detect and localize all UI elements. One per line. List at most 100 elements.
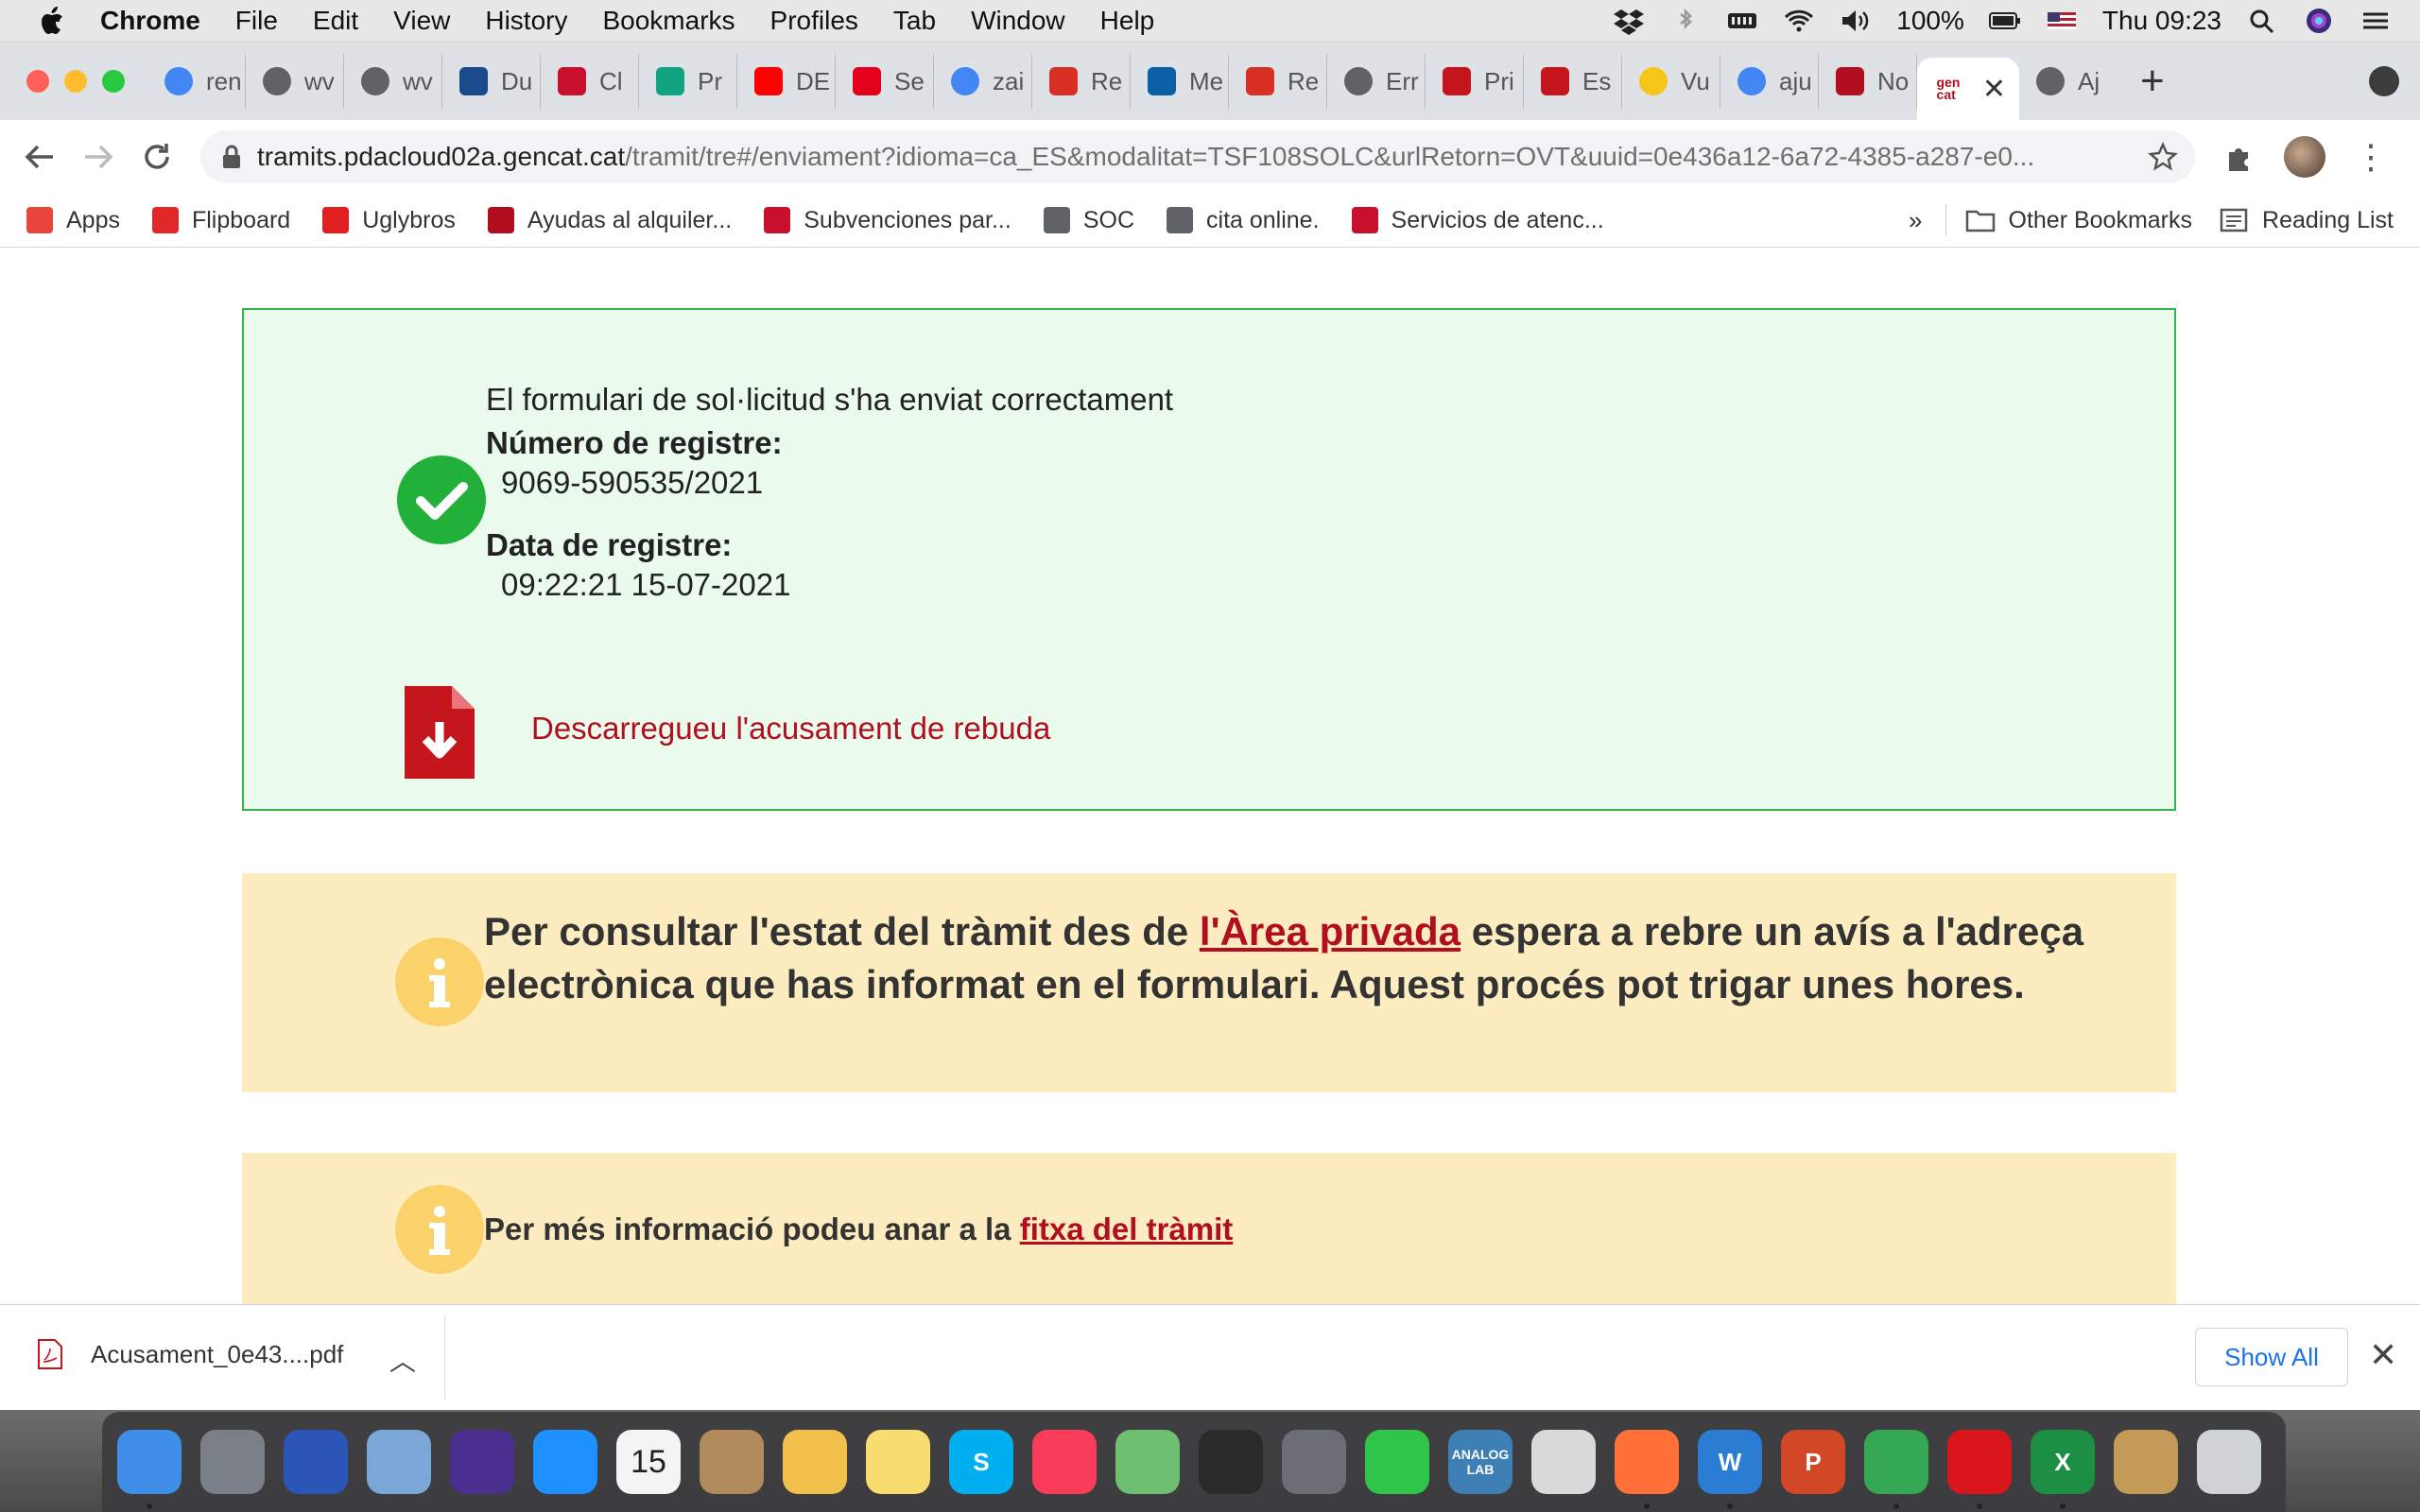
menu-view[interactable]: View xyxy=(393,6,450,36)
menu-file[interactable]: File xyxy=(235,6,278,36)
profile-avatar[interactable] xyxy=(2284,136,2325,178)
download-receipt-link[interactable]: Descarregueu l'acusament de rebuda xyxy=(531,711,1050,747)
dock-mail-icon[interactable] xyxy=(367,1430,431,1494)
dock-firefox-icon[interactable] xyxy=(1615,1430,1679,1509)
menu-help[interactable]: Help xyxy=(1100,6,1155,36)
tab-active[interactable]: gen cat ✕ xyxy=(1917,58,2019,120)
dock-chrome-icon[interactable] xyxy=(1864,1430,1928,1509)
menu-app-name[interactable]: Chrome xyxy=(100,6,200,36)
menu-bookmarks[interactable]: Bookmarks xyxy=(602,6,735,36)
battery-percent[interactable]: 100% xyxy=(1896,6,1964,36)
lock-icon[interactable] xyxy=(221,145,242,169)
dock-music-icon[interactable] xyxy=(1032,1430,1097,1494)
tab-17[interactable]: No xyxy=(1819,54,1917,109)
wifi-icon[interactable] xyxy=(1783,7,1815,35)
tab-1[interactable]: wv xyxy=(246,54,344,109)
tab-7[interactable]: Se xyxy=(836,54,934,109)
dock-word-icon[interactable]: W xyxy=(1698,1430,1762,1509)
apple-icon[interactable] xyxy=(34,2,72,40)
tab-2[interactable]: wv xyxy=(344,54,442,109)
tab-15[interactable]: Vu xyxy=(1622,54,1720,109)
menu-history[interactable]: History xyxy=(485,6,567,36)
tab-12[interactable]: Err xyxy=(1327,54,1426,109)
tab-11[interactable]: Re xyxy=(1229,54,1327,109)
dock-contacts-icon[interactable] xyxy=(700,1430,764,1494)
chrome-menu-icon[interactable]: ⋮ xyxy=(2354,137,2388,177)
dock-trash-icon[interactable] xyxy=(2197,1430,2261,1494)
bookmark-item[interactable]: Uglybros xyxy=(322,207,456,234)
download-item[interactable]: Acusament_0e43....pdf xyxy=(38,1339,343,1369)
close-window-button[interactable] xyxy=(26,70,49,93)
bookmark-item[interactable]: Subvenciones par... xyxy=(764,207,1011,234)
address-bar[interactable]: tramits.pdacloud02a.gencat.cat /tramit/t… xyxy=(200,130,2195,183)
dock-safari-icon[interactable] xyxy=(533,1430,597,1494)
tab-search-button[interactable] xyxy=(2369,66,2399,96)
tab-14[interactable]: Es xyxy=(1524,54,1622,109)
volume-icon[interactable] xyxy=(1840,7,1872,35)
menu-window[interactable]: Window xyxy=(971,6,1065,36)
bookmark-star-icon[interactable] xyxy=(2148,142,2178,172)
bookmark-item[interactable]: cita online. xyxy=(1167,207,1320,234)
dropbox-icon[interactable] xyxy=(1613,7,1645,35)
tab-6[interactable]: DE xyxy=(737,54,836,109)
battery-icon[interactable] xyxy=(1988,7,2021,35)
tab-9[interactable]: Re xyxy=(1032,54,1131,109)
dock-maps-icon[interactable] xyxy=(1115,1430,1180,1494)
bookmark-item[interactable]: Flipboard xyxy=(151,207,290,234)
menu-profiles[interactable]: Profiles xyxy=(770,6,858,36)
dock-notes-icon[interactable] xyxy=(866,1430,930,1494)
extensions-puzzle-icon[interactable] xyxy=(2223,141,2256,173)
dock-siri-icon[interactable] xyxy=(450,1430,514,1494)
dock-preview-icon[interactable] xyxy=(1531,1430,1596,1494)
pdf-download-icon[interactable] xyxy=(405,686,475,779)
tab-13[interactable]: Pri xyxy=(1426,54,1524,109)
bookmark-item[interactable]: SOC xyxy=(1043,207,1134,234)
us-flag-icon[interactable] xyxy=(2046,7,2078,35)
dock-skype-icon[interactable]: S xyxy=(949,1430,1013,1494)
bookmark-item[interactable]: Ayudas al alquiler... xyxy=(487,207,732,234)
memory-icon[interactable] xyxy=(1726,7,1758,35)
siri-icon[interactable] xyxy=(2303,7,2335,35)
dock-dropbox-icon[interactable] xyxy=(284,1430,348,1494)
dock-launchpad-icon[interactable] xyxy=(200,1430,265,1494)
dock-system-preferences-icon[interactable] xyxy=(1282,1430,1346,1494)
new-tab-button[interactable]: + xyxy=(2140,58,2165,105)
close-shelf-icon[interactable]: ✕ xyxy=(2369,1335,2397,1375)
tab-4[interactable]: Cl xyxy=(541,54,639,109)
tab-16[interactable]: aju xyxy=(1720,54,1819,109)
dock-facetime-icon[interactable] xyxy=(1365,1430,1429,1494)
bluetooth-icon[interactable] xyxy=(1669,7,1702,35)
dock-acrobat-icon[interactable] xyxy=(1947,1430,2012,1509)
bookmark-item[interactable]: Servicios de atenc... xyxy=(1351,207,1604,234)
bookmarks-overflow-button[interactable]: » xyxy=(1909,206,1922,235)
private-area-link[interactable]: l'Àrea privada xyxy=(1200,909,1461,954)
bookmark-item[interactable]: Apps xyxy=(26,207,120,234)
dock-finder-icon[interactable] xyxy=(117,1430,182,1509)
download-options-chevron-icon[interactable]: ︿ xyxy=(389,1341,416,1379)
dock-analog-lab-icon[interactable]: ANALOG LAB xyxy=(1448,1430,1512,1494)
tab-8[interactable]: zai xyxy=(934,54,1032,109)
forward-arrow-icon[interactable] xyxy=(79,138,117,176)
zoom-window-button[interactable] xyxy=(102,70,125,93)
menu-edit[interactable]: Edit xyxy=(313,6,358,36)
tab-0[interactable]: ren xyxy=(147,54,246,109)
dock-excel-icon[interactable]: X xyxy=(2031,1430,2095,1509)
dock-calendar-icon[interactable]: 15 xyxy=(616,1430,681,1494)
reload-icon[interactable] xyxy=(138,138,176,176)
tab-3[interactable]: Du xyxy=(442,54,541,109)
dock-logic-icon[interactable] xyxy=(1199,1430,1263,1494)
menubar-clock[interactable]: Thu 09:23 xyxy=(2102,6,2221,36)
procedure-sheet-link[interactable]: fitxa del tràmit xyxy=(1020,1211,1234,1246)
tab-last[interactable]: Aj xyxy=(2019,54,2118,109)
menu-tab[interactable]: Tab xyxy=(893,6,936,36)
control-center-icon[interactable] xyxy=(2360,7,2392,35)
dock-photos-icon[interactable] xyxy=(783,1430,847,1494)
other-bookmarks[interactable]: Other Bookmarks xyxy=(1965,207,2192,234)
reading-list[interactable]: Reading List xyxy=(2219,207,2394,234)
tab-5[interactable]: Pr xyxy=(639,54,737,109)
back-arrow-icon[interactable] xyxy=(21,138,59,176)
close-tab-icon[interactable]: ✕ xyxy=(1982,73,2006,106)
show-all-downloads-button[interactable]: Show All xyxy=(2195,1328,2348,1386)
tab-10[interactable]: Me xyxy=(1131,54,1229,109)
minimize-window-button[interactable] xyxy=(64,70,87,93)
